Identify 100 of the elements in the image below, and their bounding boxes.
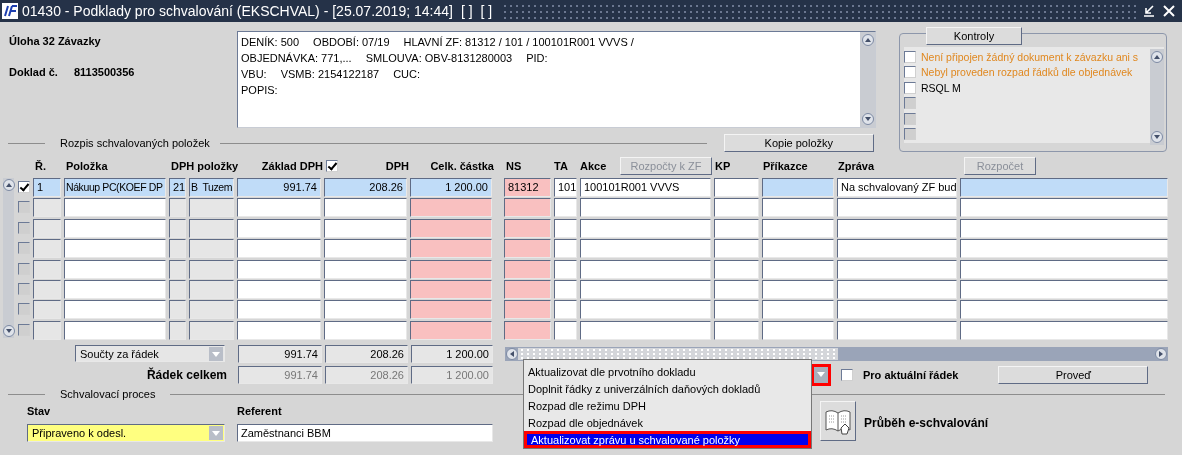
table-cell[interactable] [837,198,957,218]
sum-mode-select[interactable]: Součty za řádek [75,345,225,362]
row-checkbox[interactable] [18,323,30,336]
table-cell[interactable] [837,320,957,340]
action-option[interactable]: Rozpad dle režimu DPH [524,397,811,414]
table-cell[interactable] [762,320,834,340]
table-cell[interactable] [237,239,321,259]
table-cell[interactable] [237,218,321,238]
table-cell[interactable] [554,300,577,320]
table-cell[interactable] [410,320,492,340]
scroll-right-icon[interactable] [1155,347,1167,360]
table-cell[interactable] [960,320,1168,340]
table-cell[interactable] [64,218,166,238]
table-cell[interactable] [580,259,711,279]
table-cell[interactable] [169,198,186,218]
state-select[interactable]: Připraveno k odesl. [27,424,225,442]
row-checkbox[interactable] [18,242,30,255]
scroll-up-icon[interactable] [861,34,874,46]
table-cell[interactable] [554,320,577,340]
history-button[interactable] [820,401,856,441]
table-cell[interactable] [189,259,234,279]
table-cell[interactable] [714,259,759,279]
table-cell[interactable] [762,239,834,259]
table-cell[interactable]: Nákuup PC(KOEF DP [64,178,166,197]
table-cell[interactable] [837,300,957,320]
table-cell[interactable] [504,300,551,320]
table-cell[interactable] [237,320,321,340]
table-cell[interactable]: 1 200.00 [410,178,492,197]
table-cell[interactable] [189,218,234,238]
table-cell[interactable] [762,300,834,320]
table-cell[interactable] [554,259,577,279]
horizontal-scrollbar[interactable] [505,346,1168,361]
table-cell[interactable]: B Tuzem [189,178,234,197]
table-cell[interactable] [324,198,407,218]
table-cell[interactable] [410,239,492,259]
table-cell[interactable] [714,300,759,320]
table-cell[interactable] [504,259,551,279]
table-cell[interactable] [960,239,1168,259]
row-checkbox[interactable] [18,303,30,316]
checkbox[interactable] [841,369,853,381]
table-cell[interactable] [64,320,166,340]
scroll-down-icon[interactable] [1151,131,1163,143]
table-cell[interactable] [324,300,407,320]
table-cell[interactable] [410,218,492,238]
table-cell[interactable]: 21 [169,178,186,197]
table-cell[interactable] [410,300,492,320]
table-cell[interactable] [714,279,759,299]
table-cell[interactable] [33,279,61,299]
table-cell[interactable] [580,300,711,320]
table-cell[interactable] [324,218,407,238]
checkbox[interactable] [904,50,916,63]
table-cell[interactable] [504,198,551,218]
row-checkbox[interactable] [18,282,30,295]
table-cell[interactable] [580,198,711,218]
table-cell[interactable] [410,259,492,279]
info-text-area[interactable]: DENÍK: 500 OBDOBÍ: 07/19 HLAVNÍ ZF: 81312 / 101 / 100101R001 VVVS / OBJEDNÁVKA: 771,... SMLOUVA: OBV-8131280003 PID: VBU: VSMB: 2154122187 CUC: POPIS: [237,31,876,128]
table-cell[interactable] [554,198,577,218]
table-cell[interactable] [189,239,234,259]
checkbox[interactable] [326,160,338,172]
table-cell[interactable] [410,279,492,299]
table-cell[interactable] [64,279,166,299]
table-cell[interactable] [33,259,61,279]
table-cell[interactable] [714,198,759,218]
table-cell[interactable] [960,178,1168,197]
table-cell[interactable] [33,320,61,340]
action-option[interactable]: Doplnit řádky z univerzálních daňových dokladů [524,380,811,397]
table-cell[interactable] [837,259,957,279]
table-cell[interactable] [762,259,834,279]
table-cell[interactable] [837,218,957,238]
scroll-up-icon[interactable] [1151,51,1163,63]
checkbox[interactable] [904,112,916,125]
table-cell[interactable] [324,259,407,279]
table-cell[interactable] [504,320,551,340]
table-cell[interactable]: 208.26 [324,178,407,197]
checkbox[interactable] [904,66,916,79]
table-cell[interactable] [169,279,186,299]
row-checkbox[interactable] [18,262,30,275]
table-cell[interactable] [189,198,234,218]
scroll-down-icon[interactable] [861,113,874,125]
table-cell[interactable] [324,279,407,299]
scroll-up-icon[interactable] [2,179,15,191]
table-cell[interactable] [960,300,1168,320]
action-option[interactable]: Rozpad dle objednávek [524,414,811,431]
table-cell[interactable] [33,239,61,259]
action-option[interactable]: Aktualizovat dle prvotního dokladu [524,363,811,380]
scrollbar[interactable] [860,32,875,127]
table-cell[interactable] [714,218,759,238]
scroll-down-icon[interactable] [2,325,15,337]
table-cell[interactable] [169,259,186,279]
row-checkbox[interactable] [18,221,30,234]
table-cell[interactable] [554,239,577,259]
table-cell[interactable] [64,198,166,218]
table-cell[interactable] [762,279,834,299]
table-cell[interactable] [837,239,957,259]
table-cell[interactable]: 100101R001 VVVS [580,178,711,197]
table-cell[interactable] [504,239,551,259]
scrollbar[interactable] [1150,49,1164,145]
table-cell[interactable] [64,259,166,279]
table-cell[interactable] [189,320,234,340]
table-cell[interactable]: Na schvalovaný ZF bud [837,178,957,197]
